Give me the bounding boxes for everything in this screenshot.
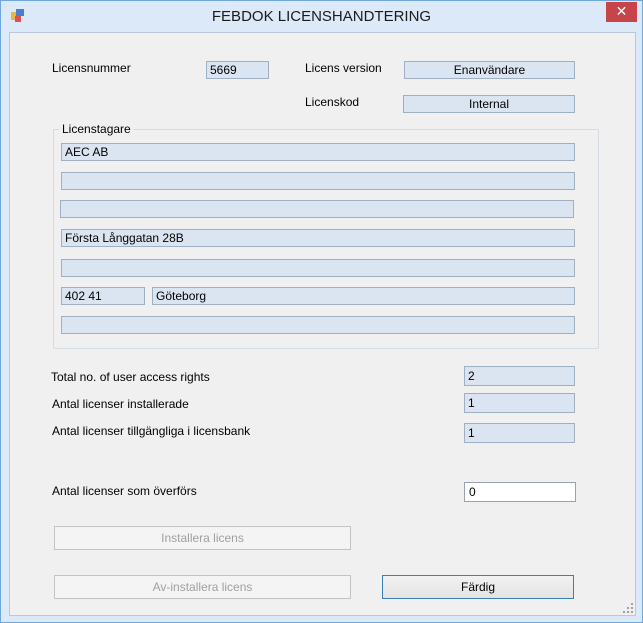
owner-line7-field	[61, 316, 575, 334]
owner-address-field: Första Långgatan 28B	[61, 229, 575, 247]
dialog-body: Licensnummer 5669 Licens version Enanvän…	[9, 32, 636, 616]
owner-name-field: AEC AB	[61, 143, 575, 161]
title-bar[interactable]: FEBDOK LICENSHANDTERING ✕	[1, 1, 642, 32]
total-rights-label: Total no. of user access rights	[51, 370, 210, 384]
license-owner-group-label: Licenstagare	[59, 122, 134, 136]
total-rights-field: 2	[464, 366, 575, 386]
installed-licenses-label: Antal licenser installerade	[52, 397, 189, 411]
uninstall-license-button[interactable]: Av-installera licens	[54, 575, 351, 599]
license-version-label: Licens version	[305, 61, 382, 75]
transfer-count-input[interactable]	[464, 482, 576, 502]
done-button[interactable]: Färdig	[382, 575, 574, 599]
resize-grip-icon[interactable]	[623, 603, 633, 613]
available-licenses-label: Antal licenser tillgängliga i licensbank	[52, 424, 251, 438]
window-title: FEBDOK LICENSHANDTERING	[211, 8, 432, 25]
owner-city-field: Göteborg	[152, 287, 575, 305]
owner-line2-field	[61, 172, 575, 190]
license-code-field: Internal	[403, 95, 575, 113]
owner-line3-field	[60, 200, 574, 218]
license-version-field: Enanvändare	[404, 61, 575, 79]
owner-line5-field	[61, 259, 575, 277]
license-number-label: Licensnummer	[52, 61, 131, 75]
installed-licenses-field: 1	[464, 393, 575, 413]
owner-postal-code-field: 402 41	[61, 287, 145, 305]
transfer-count-label: Antal licenser som överförs	[52, 484, 197, 498]
available-licenses-field: 1	[464, 423, 575, 443]
license-dialog: FEBDOK LICENSHANDTERING ✕ Licensnummer 5…	[0, 0, 643, 623]
license-number-field: 5669	[206, 61, 269, 79]
install-license-button[interactable]: Installera licens	[54, 526, 351, 550]
close-icon[interactable]: ✕	[606, 2, 637, 22]
license-code-label: Licenskod	[305, 95, 360, 109]
